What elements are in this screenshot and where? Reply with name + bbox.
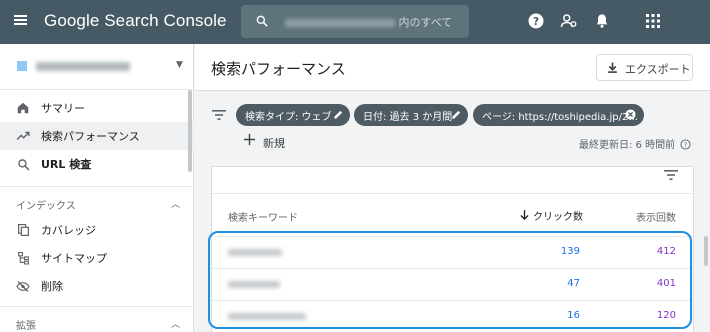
divider	[0, 306, 194, 307]
sidebar-item-url-inspection[interactable]: URL 検査	[0, 150, 194, 178]
top-app-bar: Google Search Console 内のすべて ?	[0, 0, 710, 44]
page-title: 検索パフォーマンス	[211, 60, 346, 78]
remove-filter-icon[interactable]	[625, 109, 636, 120]
redacted-query	[228, 313, 306, 320]
search-console-app: Google Search Console 内のすべて ? ▼ サマリー 検索パ…	[0, 0, 710, 332]
column-header-clicks[interactable]: クリック数	[520, 208, 583, 223]
divider	[0, 186, 194, 187]
sidebar-item-removals[interactable]: 削除	[0, 272, 194, 300]
search-icon	[16, 157, 30, 171]
help-icon[interactable]: ?	[526, 11, 546, 31]
search-input[interactable]: 内のすべて	[241, 5, 469, 38]
clicks-value: 139	[560, 246, 580, 257]
redacted-query	[228, 249, 282, 256]
filter-chip-date[interactable]: 日付: 過去 3 か月間	[354, 104, 468, 126]
sidebar-item-sitemaps[interactable]: サイトマップ	[0, 244, 194, 272]
edit-icon[interactable]	[333, 109, 344, 120]
plus-icon[interactable]	[243, 133, 256, 146]
column-header-impressions[interactable]: 表示回数	[636, 209, 676, 224]
apps-icon[interactable]	[643, 11, 663, 31]
svg-text:?: ?	[533, 16, 539, 28]
removals-icon	[16, 279, 30, 293]
table-row[interactable]: 139 412	[212, 237, 693, 269]
sidebar: ▼ サマリー 検索パフォーマンス URL 検査 インデックス ︿ カバレッジ サ…	[0, 44, 194, 332]
sidebar-scrollbar[interactable]	[188, 90, 192, 172]
page-header: 検索パフォーマンス エクスポート	[195, 44, 710, 91]
clicks-value: 16	[567, 310, 580, 321]
manage-users-icon[interactable]	[559, 11, 579, 31]
queries-table-card: 検索キーワード クリック数 表示回数 139 412 47 401 16 120	[211, 166, 694, 332]
edit-icon[interactable]	[451, 109, 462, 120]
coverage-icon	[16, 223, 30, 237]
filter-bar: 検索タイプ: ウェブ 日付: 過去 3 か月間 ページ: https://tos…	[195, 92, 710, 165]
filter-chip-search-type[interactable]: 検索タイプ: ウェブ	[236, 104, 350, 126]
last-updated: 最終更新日: 6 時間前 ?	[579, 136, 691, 151]
redacted-domain	[285, 19, 395, 27]
chevron-up-icon[interactable]: ︿	[171, 317, 180, 330]
sidebar-item-coverage[interactable]: カバレッジ	[0, 216, 194, 244]
search-placeholder: 内のすべて	[285, 14, 452, 30]
property-selector[interactable]: ▼	[0, 44, 194, 90]
arrow-down-icon	[520, 210, 529, 221]
sidebar-item-performance[interactable]: 検索パフォーマンス	[0, 122, 194, 150]
section-title-enhancements: 拡張	[16, 321, 36, 332]
impressions-value: 401	[656, 278, 676, 289]
redacted-query	[228, 281, 280, 288]
app-title[interactable]: Google Search Console	[44, 11, 227, 31]
filter-chip-page[interactable]: ページ: https://toshipedia.jp/2...	[473, 104, 644, 126]
table-row[interactable]: 47 401	[212, 269, 693, 301]
home-icon	[16, 101, 30, 115]
new-filter-button[interactable]: 新規	[263, 135, 285, 151]
filter-icon[interactable]	[212, 109, 226, 121]
chevron-up-icon[interactable]: ︿	[171, 197, 180, 210]
svg-text:?: ?	[684, 142, 687, 149]
export-button[interactable]: エクスポート	[596, 54, 693, 81]
property-icon	[17, 61, 27, 71]
section-title-index: インデックス	[16, 201, 76, 212]
sidebar-item-summary[interactable]: サマリー	[0, 94, 194, 122]
clicks-value: 47	[567, 278, 580, 289]
sitemap-icon	[16, 251, 30, 265]
column-header-query[interactable]: 検索キーワード	[228, 209, 298, 224]
trending-up-icon	[16, 129, 30, 143]
search-icon	[256, 15, 268, 27]
table-header: 検索キーワード クリック数 表示回数	[212, 193, 693, 237]
table-row[interactable]: 16 120	[212, 301, 693, 332]
impressions-value: 412	[656, 246, 676, 257]
table-filter-icon[interactable]	[664, 169, 678, 181]
impressions-value: 120	[656, 310, 676, 321]
help-outline-icon[interactable]: ?	[680, 139, 691, 150]
caret-down-icon: ▼	[176, 60, 183, 70]
notifications-icon[interactable]	[592, 11, 612, 31]
menu-icon[interactable]	[14, 13, 32, 31]
redacted-property-name	[36, 62, 130, 71]
main-scrollbar[interactable]	[704, 236, 708, 266]
download-icon	[608, 62, 617, 73]
